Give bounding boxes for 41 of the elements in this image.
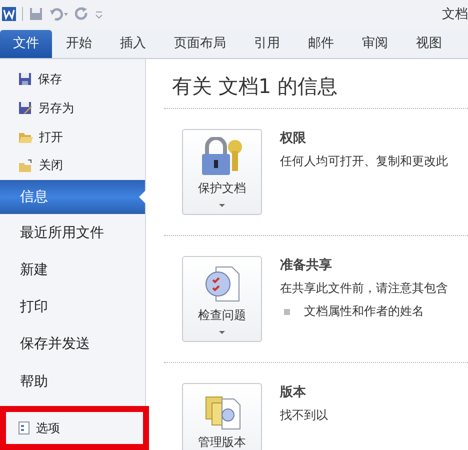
menu-item[interactable]: 帮助 bbox=[0, 363, 145, 400]
menu-item[interactable]: 信息 bbox=[0, 180, 145, 214]
menu-item[interactable]: 关闭 bbox=[0, 151, 145, 180]
menu-item[interactable]: 新建 bbox=[0, 251, 145, 289]
section-description: 任何人均可打开、复制和更改此 bbox=[280, 153, 448, 170]
floppy-pencil-icon bbox=[18, 101, 32, 116]
menu-item[interactable]: 打印 bbox=[0, 288, 145, 326]
ribbon-tab[interactable]: 视图 bbox=[402, 30, 456, 58]
menu-item[interactable]: 选项 bbox=[0, 406, 145, 450]
menu-item[interactable]: 最近所用文件 bbox=[0, 214, 145, 252]
folder-icon bbox=[18, 158, 33, 173]
ribbon-tab[interactable]: 页面布局 bbox=[160, 30, 240, 58]
menu-item[interactable]: 保存并发送 bbox=[0, 326, 145, 364]
dropdown-button[interactable]: 保护文档 bbox=[182, 129, 262, 215]
ribbon-tab[interactable]: 插入 bbox=[106, 30, 160, 58]
dropdown-button[interactable]: 管理版本 bbox=[182, 383, 262, 450]
undo-icon[interactable] bbox=[49, 7, 69, 21]
menu-item[interactable]: 保存 bbox=[0, 65, 145, 94]
ribbon-tab[interactable]: 审阅 bbox=[348, 30, 402, 58]
bullet-icon bbox=[284, 308, 290, 314]
ribbon-tab[interactable]: 开始 bbox=[52, 30, 106, 58]
bullet-text: 文档属性和作者的姓名 bbox=[304, 303, 424, 320]
section-title: 版本 bbox=[280, 384, 307, 401]
padlock-key-icon bbox=[199, 137, 245, 177]
save-icon[interactable] bbox=[29, 7, 43, 21]
menu-item[interactable]: 打开 bbox=[0, 122, 145, 152]
document-icon bbox=[18, 421, 30, 436]
section-title: 权限 bbox=[280, 130, 307, 147]
menu-item[interactable]: 另存为 bbox=[0, 94, 145, 123]
dropdown-button[interactable]: 检查问题 bbox=[182, 256, 262, 342]
app-logo-icon bbox=[2, 7, 16, 21]
window-title: 文档 bbox=[442, 6, 468, 23]
ribbon-tab[interactable]: 文件 bbox=[0, 30, 52, 58]
section-description: 在共享此文件前，请注意其包含 bbox=[280, 280, 448, 297]
folder-icon bbox=[18, 130, 33, 144]
ribbon-tab[interactable]: 引用 bbox=[240, 30, 294, 58]
page-heading: 有关 文档1 的信息 bbox=[172, 73, 338, 100]
section-description: 找不到以 bbox=[280, 407, 328, 424]
redo-icon[interactable] bbox=[75, 7, 89, 21]
ribbon-tab[interactable]: 邮件 bbox=[294, 30, 348, 58]
section-title: 准备共享 bbox=[280, 256, 333, 274]
